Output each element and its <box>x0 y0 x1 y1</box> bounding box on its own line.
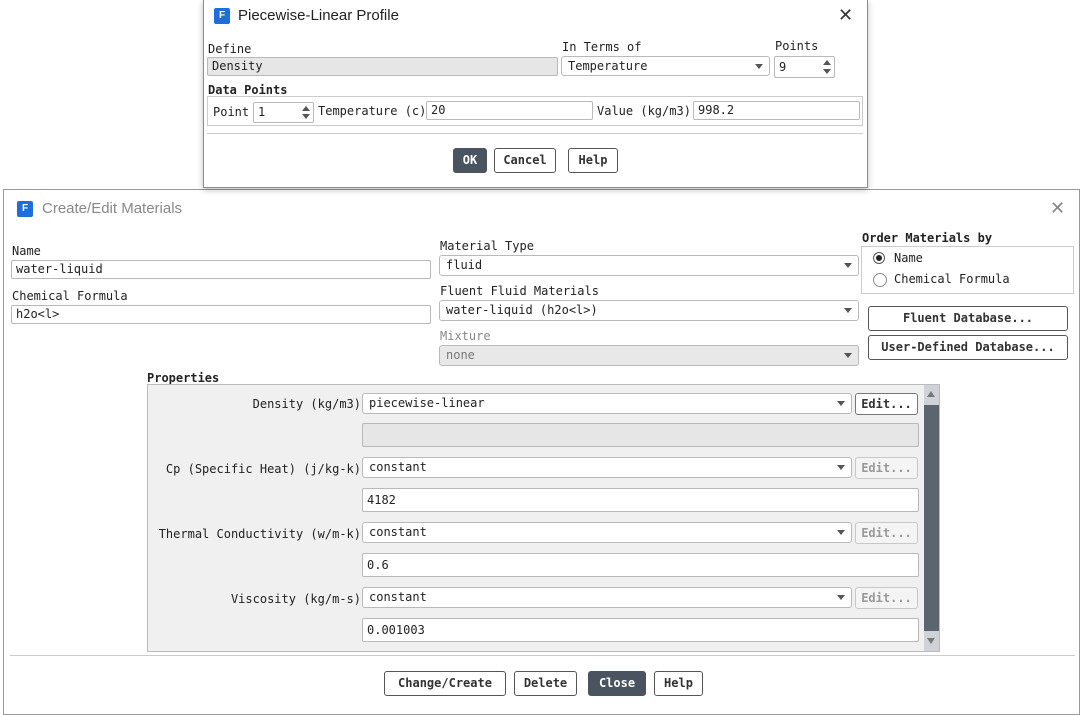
fluent-app-icon: F <box>214 8 230 24</box>
point-value: 1 <box>258 105 266 119</box>
help-button[interactable]: Help <box>654 671 703 696</box>
mixture-label: Mixture <box>440 329 491 343</box>
viscosity-method-select[interactable]: constant <box>362 587 852 608</box>
cp-method-value: constant <box>369 460 427 474</box>
value-label: Value (kg/m3) <box>597 104 691 118</box>
close-icon[interactable]: ✕ <box>1050 198 1065 219</box>
thermal-conductivity-method-select[interactable]: constant <box>362 522 852 543</box>
materials-dialog: F Create/Edit Materials ✕ Name water-liq… <box>3 189 1080 715</box>
thermal-conductivity-value-input[interactable]: 0.6 <box>362 553 919 577</box>
viscosity-value-input[interactable]: 0.001003 <box>362 618 919 642</box>
chemical-formula-input[interactable]: h2o<l> <box>11 305 431 324</box>
pwl-title: Piecewise-Linear Profile <box>238 7 399 24</box>
density-method-select[interactable]: piecewise-linear <box>362 393 852 414</box>
materials-title: Create/Edit Materials <box>42 200 183 217</box>
order-by-name-label: Name <box>894 251 923 265</box>
change-create-button[interactable]: Change/Create <box>384 671 506 696</box>
chevron-down-icon <box>844 353 852 358</box>
cp-edit-button: Edit... <box>855 457 918 479</box>
spin-down-icon[interactable] <box>302 114 310 119</box>
value-input[interactable]: 998.2 <box>693 101 860 120</box>
fluent-fluid-materials-label: Fluent Fluid Materials <box>440 284 599 298</box>
density-value-field <box>362 423 919 447</box>
point-stepper[interactable]: 1 <box>253 102 314 123</box>
cp-label: Cp (Specific Heat) (j/kg-k) <box>165 462 361 476</box>
fluent-app-icon: F <box>17 201 33 217</box>
density-edit-button[interactable]: Edit... <box>855 393 918 415</box>
mixture-value: none <box>446 348 475 362</box>
points-label: Points <box>775 39 819 53</box>
spin-up-icon[interactable] <box>302 106 310 111</box>
point-label: Point <box>213 105 250 119</box>
properties-panel: Density (kg/m3) piecewise-linear Edit...… <box>147 384 940 652</box>
cancel-button[interactable]: Cancel <box>494 148 556 173</box>
order-by-name-radio[interactable] <box>873 252 885 264</box>
properties-label: Properties <box>147 371 220 385</box>
chevron-down-icon <box>844 308 852 313</box>
order-by-formula-label: Chemical Formula <box>894 272 1010 286</box>
data-points-group: Point 1 Temperature (c) 20 Value (kg/m3)… <box>207 96 863 126</box>
cp-value-input[interactable]: 4182 <box>362 488 919 512</box>
pwl-button-divider <box>207 133 863 134</box>
in-terms-of-label: In Terms of <box>562 40 642 54</box>
name-input[interactable]: water-liquid <box>11 260 431 279</box>
define-label: Define <box>208 42 252 56</box>
material-type-label: Material Type <box>440 239 534 253</box>
thermal-conductivity-label: Thermal Conductivity (w/m-k) <box>158 527 361 541</box>
density-label: Density (kg/m3) <box>252 397 361 411</box>
chevron-down-icon <box>844 263 852 268</box>
define-field: Density <box>207 57 558 76</box>
fluent-database-button[interactable]: Fluent Database... <box>868 306 1068 331</box>
delete-button[interactable]: Delete <box>514 671 577 696</box>
viscosity-edit-button: Edit... <box>855 587 918 609</box>
points-value: 9 <box>779 60 787 74</box>
thermal-conductivity-method-value: constant <box>369 525 427 539</box>
viscosity-label: Viscosity (kg/m-s) <box>230 592 361 606</box>
material-type-select[interactable]: fluid <box>439 255 859 276</box>
chevron-down-icon <box>837 465 845 470</box>
chevron-down-icon <box>837 530 845 535</box>
materials-titlebar: F Create/Edit Materials ✕ <box>4 190 1079 226</box>
properties-scrollbar[interactable] <box>924 385 939 651</box>
spin-up-icon[interactable] <box>823 60 831 65</box>
temperature-label: Temperature (c) <box>318 104 427 118</box>
in-terms-of-select[interactable]: Temperature <box>561 56 770 76</box>
fluent-fluid-materials-select[interactable]: water-liquid (h2o<l>) <box>439 300 859 321</box>
data-points-label: Data Points <box>208 83 288 97</box>
density-method-value: piecewise-linear <box>369 396 485 410</box>
help-button[interactable]: Help <box>568 148 618 173</box>
fluent-fluid-materials-value: water-liquid (h2o<l>) <box>446 303 598 317</box>
viscosity-method-value: constant <box>369 590 427 604</box>
chemical-formula-label: Chemical Formula <box>12 289 128 303</box>
chevron-down-icon <box>837 401 845 406</box>
ok-button[interactable]: OK <box>453 148 487 173</box>
order-by-formula-radio[interactable] <box>873 273 887 287</box>
materials-button-divider <box>10 655 1075 656</box>
close-button[interactable]: Close <box>588 671 646 696</box>
piecewise-linear-dialog: F Piecewise-Linear Profile ✕ Define Dens… <box>203 0 868 188</box>
order-materials-label: Order Materials by <box>862 231 993 245</box>
close-icon[interactable]: ✕ <box>838 5 853 26</box>
points-stepper[interactable]: 9 <box>774 56 835 78</box>
material-type-value: fluid <box>446 258 483 272</box>
chevron-down-icon <box>755 64 763 69</box>
cp-method-select[interactable]: constant <box>362 457 852 478</box>
mixture-select: none <box>439 345 859 366</box>
scroll-down-icon[interactable] <box>924 631 939 651</box>
in-terms-of-value: Temperature <box>568 59 648 73</box>
order-materials-group: Name Chemical Formula <box>861 246 1074 294</box>
user-defined-database-button[interactable]: User-Defined Database... <box>868 335 1068 360</box>
spin-down-icon[interactable] <box>823 69 831 74</box>
temperature-input[interactable]: 20 <box>426 101 593 120</box>
name-label: Name <box>12 244 41 258</box>
thermal-conductivity-edit-button: Edit... <box>855 522 918 544</box>
chevron-down-icon <box>837 595 845 600</box>
scroll-up-icon[interactable] <box>924 385 939 405</box>
